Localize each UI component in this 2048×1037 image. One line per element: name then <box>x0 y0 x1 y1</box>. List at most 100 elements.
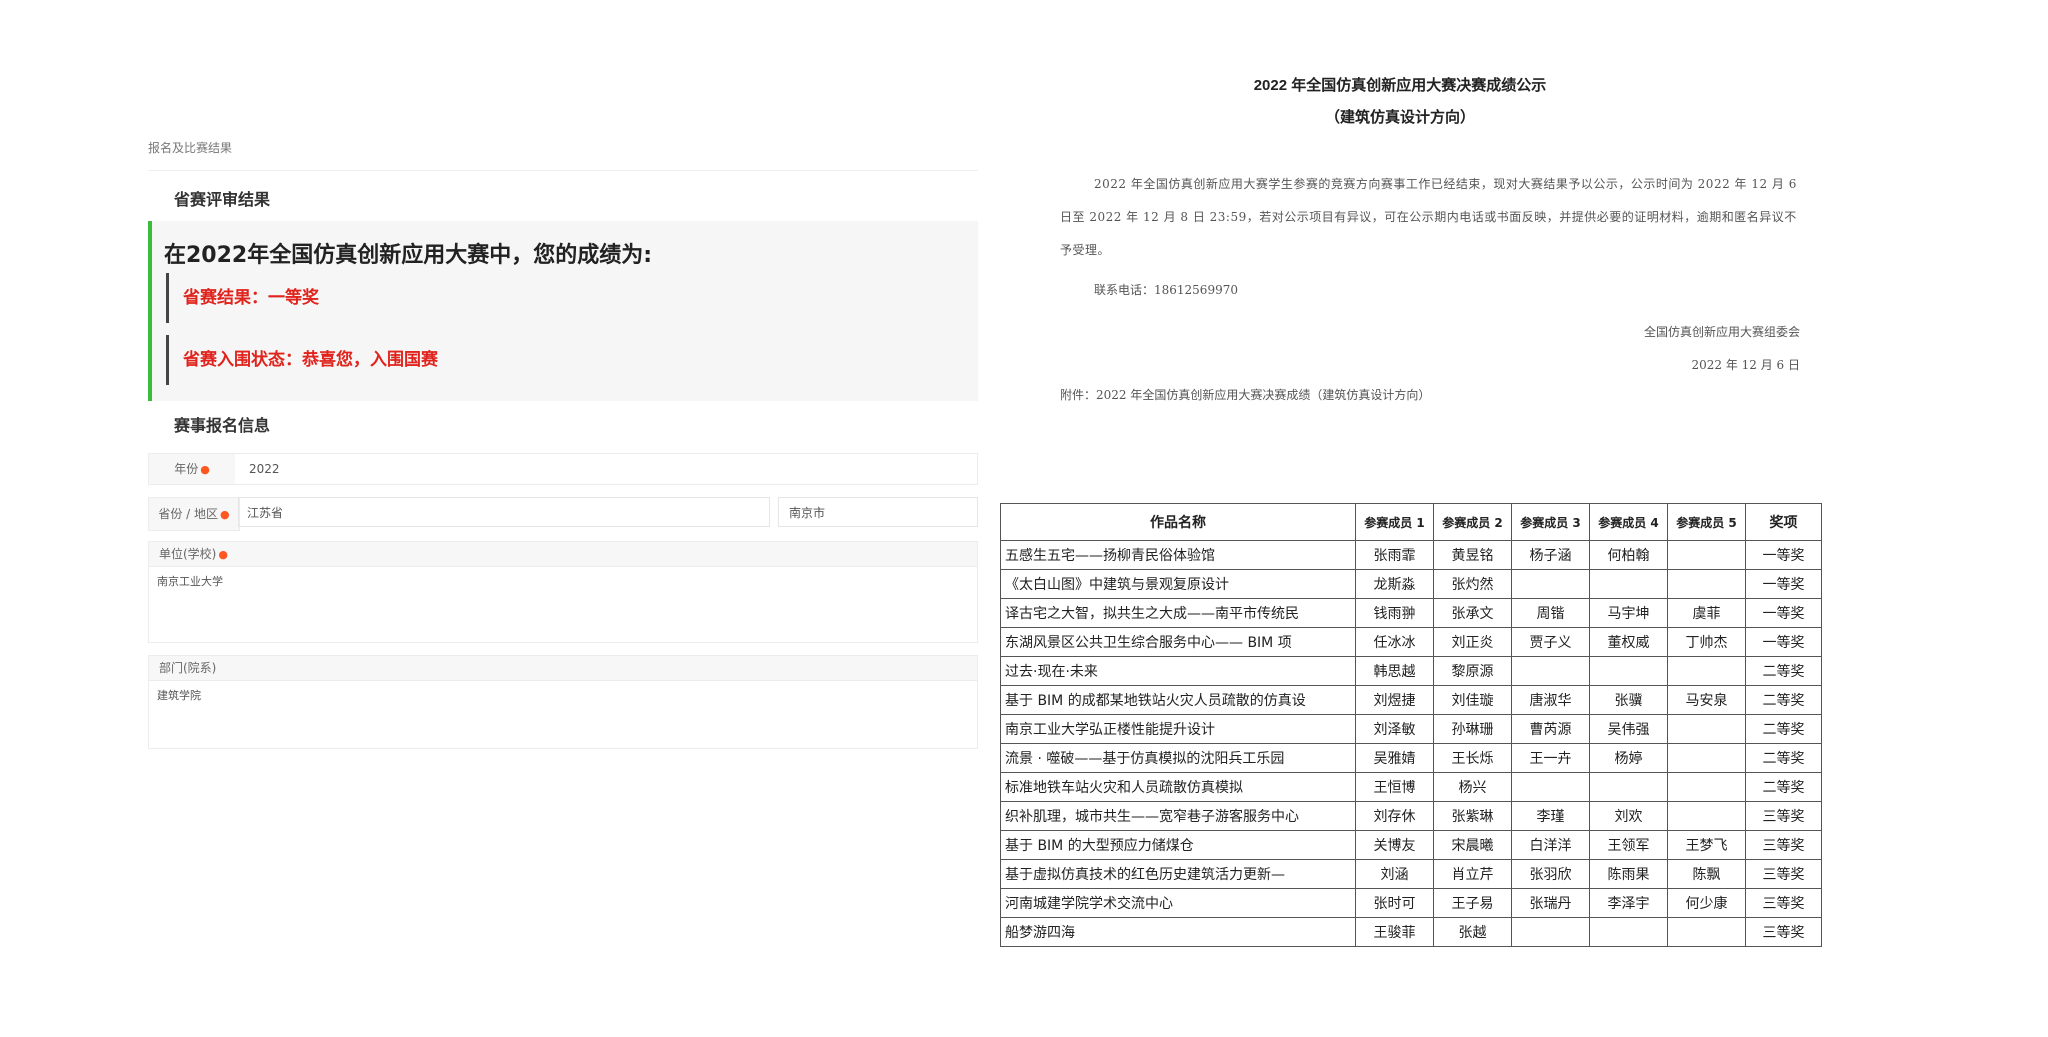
work-title-cell: 《太白山图》中建筑与景观复原设计 <box>1000 569 1356 599</box>
required-dot-icon: ● <box>200 463 210 476</box>
member-cell: 王一卉 <box>1511 743 1590 773</box>
award-cell: 二等奖 <box>1745 656 1822 686</box>
table-row: 过去·现在·未来 韩思越 黎原源 二等奖 <box>1000 656 1822 686</box>
table-row: 船梦游四海 王骏菲 张越 三等奖 <box>1000 917 1822 947</box>
member-cell <box>1667 917 1746 947</box>
member-cell: 何柏翰 <box>1589 540 1668 570</box>
member-cell <box>1667 656 1746 686</box>
member-cell <box>1667 569 1746 599</box>
member-cell: 张瑞丹 <box>1511 888 1590 918</box>
table-row: 标准地铁车站火灾和人员疏散仿真模拟 王恒博 杨兴 二等奖 <box>1000 772 1822 802</box>
header-award: 奖项 <box>1745 503 1822 541</box>
table-row: 基于虚拟仿真技术的红色历史建筑活力更新— 刘涵 肖立芹 张羽欣 陈雨果 陈飘 三等奖 <box>1000 859 1822 889</box>
member-cell: 刘佳璇 <box>1433 685 1512 715</box>
header-member-2: 参赛成员 2 <box>1433 503 1512 541</box>
work-title-cell: 基于 BIM 的成都某地铁站火灾人员疏散的仿真设 <box>1000 685 1356 715</box>
table-row: 南京工业大学弘正楼性能提升设计 刘泽敏 孙琳珊 曹芮源 吴伟强 二等奖 <box>1000 714 1822 744</box>
breadcrumb[interactable]: 报名及比赛结果 <box>148 130 978 171</box>
member-cell: 唐淑华 <box>1511 685 1590 715</box>
member-cell <box>1589 772 1668 802</box>
unit-label: 单位(学校) ● <box>149 542 977 567</box>
member-cell: 钱雨翀 <box>1355 598 1434 628</box>
member-cell: 陈飘 <box>1667 859 1746 889</box>
member-cell: 刘存休 <box>1355 801 1434 831</box>
award-cell: 二等奖 <box>1745 772 1822 802</box>
province-field[interactable]: 江苏省 <box>238 497 770 527</box>
award-cell: 二等奖 <box>1745 685 1822 715</box>
member-cell: 何少康 <box>1667 888 1746 918</box>
work-title-cell: 过去·现在·未来 <box>1000 656 1356 686</box>
advance-status: 省赛入围状态：恭喜您，入围国赛 <box>166 335 438 385</box>
member-cell: 肖立芹 <box>1433 859 1512 889</box>
member-cell: 刘涵 <box>1355 859 1434 889</box>
member-cell: 王子易 <box>1433 888 1512 918</box>
member-cell <box>1511 656 1590 686</box>
table-row: 河南城建学院学术交流中心 张时可 王子易 张瑞丹 李泽宇 何少康 三等奖 <box>1000 888 1822 918</box>
header-member-4: 参赛成员 4 <box>1589 503 1668 541</box>
work-title-cell: 织补肌理，城市共生——宽窄巷子游客服务中心 <box>1000 801 1356 831</box>
member-cell: 王长烁 <box>1433 743 1512 773</box>
announcement-document: 2022 年全国仿真创新应用大赛决赛成绩公示 （建筑仿真设计方向） 2022 年… <box>1000 70 1860 947</box>
work-title-cell: 基于 BIM 的大型预应力储煤仓 <box>1000 830 1356 860</box>
header-member-3: 参赛成员 3 <box>1511 503 1590 541</box>
required-dot-icon: ● <box>220 508 230 521</box>
doc-organizer: 全国仿真创新应用大赛组委会 <box>1643 325 1800 339</box>
doc-subtitle: （建筑仿真设计方向） <box>1324 109 1475 126</box>
award-cell: 一等奖 <box>1745 540 1822 570</box>
member-cell: 张越 <box>1433 917 1512 947</box>
result-box: 在2022年全国仿真创新应用大赛中，您的成绩为: 省赛结果：一等奖 省赛入围状态… <box>148 221 978 401</box>
member-cell <box>1511 772 1590 802</box>
member-cell: 张羽欣 <box>1511 859 1590 889</box>
province-label: 省份 / 地区 ● <box>148 497 240 531</box>
member-cell: 任冰冰 <box>1355 627 1434 657</box>
work-title-cell: 五感生五宅——扬柳青民俗体验馆 <box>1000 540 1356 570</box>
member-cell: 王领军 <box>1589 830 1668 860</box>
doc-attachment: 附件：2022 年全国仿真创新应用大赛决赛成绩（建筑仿真设计方向） <box>1060 388 1431 402</box>
member-cell: 吴伟强 <box>1589 714 1668 744</box>
work-title-cell: 河南城建学院学术交流中心 <box>1000 888 1356 918</box>
table-row: 基于 BIM 的大型预应力储煤仓 关博友 宋晨曦 白洋洋 王领军 王梦飞 三等奖 <box>1000 830 1822 860</box>
member-cell: 刘煜捷 <box>1355 685 1434 715</box>
member-cell: 张时可 <box>1355 888 1434 918</box>
table-row: 五感生五宅——扬柳青民俗体验馆 张雨霏 黄昱铭 杨子涵 何柏翰 一等奖 <box>1000 540 1822 570</box>
member-cell <box>1511 917 1590 947</box>
doc-date: 2022 年 12 月 6 日 <box>1691 358 1800 372</box>
member-cell: 吴雅婧 <box>1355 743 1434 773</box>
member-cell <box>1589 569 1668 599</box>
member-cell: 董权威 <box>1589 627 1668 657</box>
provincial-result: 省赛结果：一等奖 <box>166 273 319 323</box>
member-cell: 陈雨果 <box>1589 859 1668 889</box>
doc-contact: 联系电话：18612569970 <box>1094 283 1238 297</box>
member-cell: 宋晨曦 <box>1433 830 1512 860</box>
member-cell: 张灼然 <box>1433 569 1512 599</box>
member-cell <box>1667 743 1746 773</box>
dept-label: 部门(院系) <box>149 656 977 681</box>
award-cell: 一等奖 <box>1745 627 1822 657</box>
work-title-cell: 基于虚拟仿真技术的红色历史建筑活力更新— <box>1000 859 1356 889</box>
member-cell: 龙斯淼 <box>1355 569 1434 599</box>
award-cell: 三等奖 <box>1745 917 1822 947</box>
work-title-cell: 流景 · 噬破——基于仿真模拟的沈阳兵工乐园 <box>1000 743 1356 773</box>
table-row: 流景 · 噬破——基于仿真模拟的沈阳兵工乐园 吴雅婧 王长烁 王一卉 杨婷 二等奖 <box>1000 743 1822 773</box>
year-label: 年份 ● <box>149 454 235 484</box>
member-cell: 张紫琳 <box>1433 801 1512 831</box>
member-cell <box>1667 801 1746 831</box>
member-cell: 关博友 <box>1355 830 1434 860</box>
member-cell: 李瑾 <box>1511 801 1590 831</box>
award-cell: 二等奖 <box>1745 743 1822 773</box>
table-row: 东湖风景区公共卫生综合服务中心—— BIM 项任冰冰 刘正炎 贾子义 董权威 丁帅杰 一等… <box>1000 627 1822 657</box>
unit-field[interactable]: 南京工业大学 <box>149 567 977 595</box>
registration-panel: 报名及比赛结果 省赛评审结果 在2022年全国仿真创新应用大赛中，您的成绩为: … <box>148 130 978 749</box>
info-section-title: 赛事报名信息 <box>174 416 271 435</box>
dept-field[interactable]: 建筑学院 <box>149 681 977 709</box>
city-field[interactable]: 南京市 <box>778 497 978 527</box>
member-cell: 贾子义 <box>1511 627 1590 657</box>
member-cell: 马安泉 <box>1667 685 1746 715</box>
award-cell: 三等奖 <box>1745 888 1822 918</box>
table-row: 织补肌理，城市共生——宽窄巷子游客服务中心 刘存休 张紫琳 李瑾 刘欢 三等奖 <box>1000 801 1822 831</box>
member-cell: 周锴 <box>1511 598 1590 628</box>
year-value[interactable]: 2022 <box>249 454 280 484</box>
award-cell: 二等奖 <box>1745 714 1822 744</box>
member-cell: 曹芮源 <box>1511 714 1590 744</box>
member-cell <box>1511 569 1590 599</box>
